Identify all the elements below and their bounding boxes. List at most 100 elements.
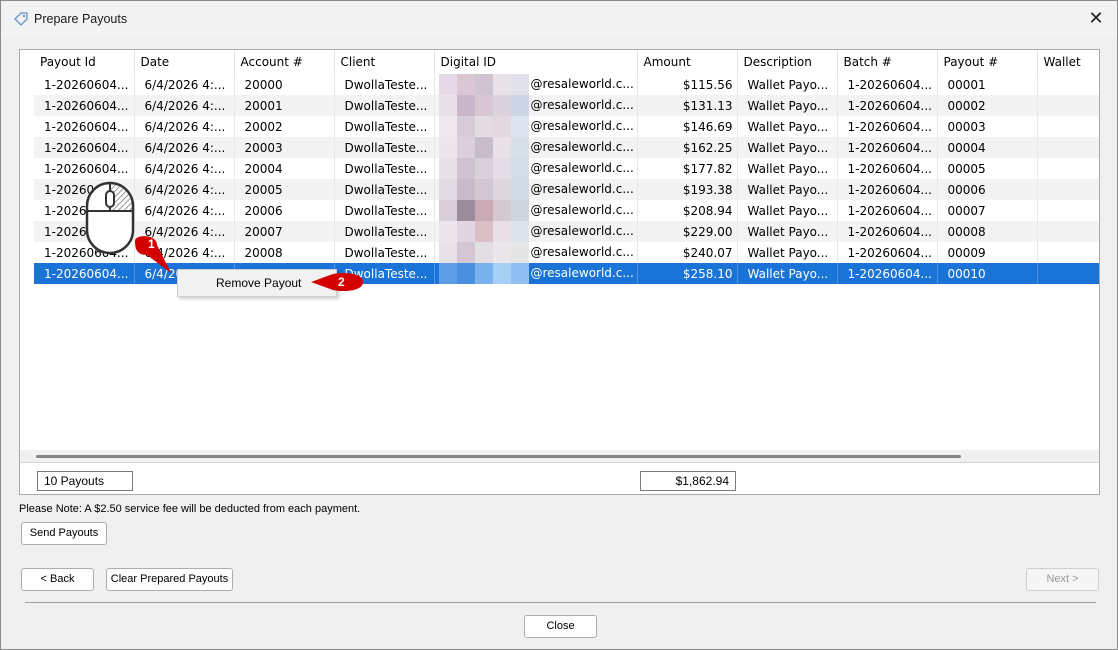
table-cell: 1-20260604...	[837, 221, 938, 242]
redacted-mosaic	[438, 116, 529, 137]
table-cell: DwollaTeste...	[334, 95, 435, 116]
total-amount: $1,862.94	[640, 471, 736, 491]
table-cell: Wallet Payo...	[737, 95, 838, 116]
table-cell	[1037, 116, 1099, 137]
digital-id-text: @resaleworld.c...	[530, 161, 634, 175]
table-cell: 20004	[234, 158, 335, 179]
table-cell	[1037, 263, 1099, 284]
grid-header-row: Payout Id Date Account # Client Digital ID Am…	[34, 50, 1099, 74]
column-header[interactable]: Digital ID	[434, 50, 638, 74]
table-cell: 6/4/2026 4:...	[134, 116, 235, 137]
table-cell	[1037, 74, 1099, 95]
table-cell: DwollaTeste...	[334, 116, 435, 137]
table-cell: 6/4/2026 4:...	[134, 74, 235, 95]
column-header[interactable]: Batch #	[837, 50, 938, 74]
redacted-mosaic	[438, 263, 529, 284]
close-icon[interactable]: ✕	[1085, 7, 1107, 29]
column-header[interactable]: Account #	[234, 50, 335, 74]
table-cell: 6/4/2026 4:...	[134, 95, 235, 116]
column-header[interactable]: Amount	[637, 50, 738, 74]
table-cell: @resaleworld.c...	[434, 74, 638, 95]
table-cell: $193.38	[637, 179, 738, 200]
prepare-payouts-window: Prepare Payouts ✕ Payout Id Date Account #…	[0, 0, 1118, 650]
column-header[interactable]: Date	[134, 50, 235, 74]
table-cell	[1037, 137, 1099, 158]
table-row[interactable]: 1-20260604... 6/4/2026 4:...20006DwollaTe…	[34, 200, 1099, 221]
table-cell: 1-20260604...	[837, 242, 938, 263]
back-button[interactable]: < Back	[21, 568, 94, 591]
step-2-callout	[311, 272, 363, 292]
table-cell: 20002	[234, 116, 335, 137]
table-cell: $115.56	[637, 74, 738, 95]
digital-id-text: @resaleworld.c...	[530, 119, 634, 133]
table-cell: 20003	[234, 137, 335, 158]
clear-prepared-payouts-button[interactable]: Clear Prepared Payouts	[106, 568, 233, 591]
table-cell: DwollaTeste...	[334, 221, 435, 242]
table-cell: Wallet Payo...	[737, 74, 838, 95]
table-row[interactable]: 1-20260604... 6/4/2026 4:... 20008 DwollaTe…	[34, 242, 1099, 263]
service-fee-note: Please Note: A $2.50 service fee will be…	[19, 503, 361, 515]
table-cell: 20006	[234, 200, 335, 221]
table-cell: 1-20260604...	[34, 95, 135, 116]
table-cell: 00004	[937, 137, 1038, 158]
table-cell: 6/4/2026 4:...	[134, 137, 235, 158]
digital-id-text: @resaleworld.c...	[530, 182, 634, 196]
table-cell: 1-20260604...	[837, 158, 938, 179]
table-cell: DwollaTeste...	[334, 158, 435, 179]
next-button[interactable]: Next >	[1026, 568, 1099, 591]
redacted-mosaic	[438, 158, 529, 179]
send-payouts-button[interactable]: Send Payouts	[21, 522, 107, 545]
table-cell: 20000	[234, 74, 335, 95]
table-cell: 00010	[937, 263, 1038, 284]
table-cell: 1-20260604...	[837, 95, 938, 116]
table-row[interactable]: 1-20260604... 6/4/2026 4:... 20005 DwollaTe…	[34, 179, 1099, 200]
table-row[interactable]: 1-20260604... 6/4/2026 4:... 20002 DwollaTe…	[34, 116, 1099, 137]
step-1-label: 1	[148, 237, 155, 251]
table-cell: Wallet Payo...	[737, 116, 838, 137]
table-cell: 00009	[937, 242, 1038, 263]
table-cell: 1-20260604...	[837, 137, 938, 158]
column-header[interactable]: Description	[737, 50, 838, 74]
table-cell: @resaleworld.c...	[434, 116, 638, 137]
digital-id-text: @resaleworld.c...	[530, 140, 634, 154]
table-cell: $208.94	[637, 200, 738, 221]
table-row[interactable]: 1-20260604... 6/4/2026 4:... 20001 DwollaTe…	[34, 95, 1099, 116]
table-row[interactable]: 1-20260604... 6/4/2026 4:... 20000 DwollaTe…	[34, 74, 1099, 95]
table-cell: Wallet Payo...	[737, 137, 838, 158]
table-cell: 6/4/2026 4:...	[134, 158, 235, 179]
redacted-mosaic	[438, 221, 529, 242]
table-row[interactable]: 1-20260604...6/4/2026 4:...20007DwollaTe…	[34, 221, 1099, 242]
table-cell: 1-20260604...	[837, 179, 938, 200]
scrollbar-thumb[interactable]	[36, 455, 961, 458]
table-cell: 1-20260604...	[837, 116, 938, 137]
table-cell: 00006	[937, 179, 1038, 200]
table-row[interactable]: 1-20260604... 6/4/2026 4:... 20004 DwollaTe…	[34, 158, 1099, 179]
step-2-label: 2	[338, 275, 345, 289]
close-button[interactable]: Close	[524, 615, 597, 638]
column-header[interactable]: Client	[334, 50, 435, 74]
window-title: Prepare Payouts	[34, 12, 128, 26]
table-cell: $177.82	[637, 158, 738, 179]
table-cell: 20005	[234, 179, 335, 200]
column-header[interactable]: Wallet	[1037, 50, 1099, 74]
table-cell	[1037, 200, 1099, 221]
remove-payout-menu-item[interactable]: Remove Payout	[216, 276, 301, 290]
table-cell: 1-20260604...	[34, 137, 135, 158]
payouts-table: Payout Id Date Account # Client Digital ID Am…	[34, 50, 1099, 284]
column-header[interactable]: Payout Id	[34, 50, 135, 74]
horizontal-scrollbar[interactable]	[20, 450, 1099, 462]
digital-id-text: @resaleworld.c...	[530, 203, 634, 217]
table-cell: DwollaTeste...	[334, 200, 435, 221]
table-row[interactable]: 1-20260604... 6/4/2026 4:... 20003 DwollaTe…	[34, 137, 1099, 158]
table-cell: $146.69	[637, 116, 738, 137]
table-cell: @resaleworld.c...	[434, 263, 638, 284]
table-cell: @resaleworld.c...	[434, 95, 638, 116]
table-cell: DwollaTeste...	[334, 74, 435, 95]
digital-id-text: @resaleworld.c...	[530, 98, 634, 112]
table-cell	[1037, 158, 1099, 179]
column-header[interactable]: Payout #	[937, 50, 1038, 74]
table-cell: $240.07	[637, 242, 738, 263]
table-cell: 00005	[937, 158, 1038, 179]
table-cell: DwollaTeste...	[334, 137, 435, 158]
payout-count: 10 Payouts	[37, 471, 133, 491]
